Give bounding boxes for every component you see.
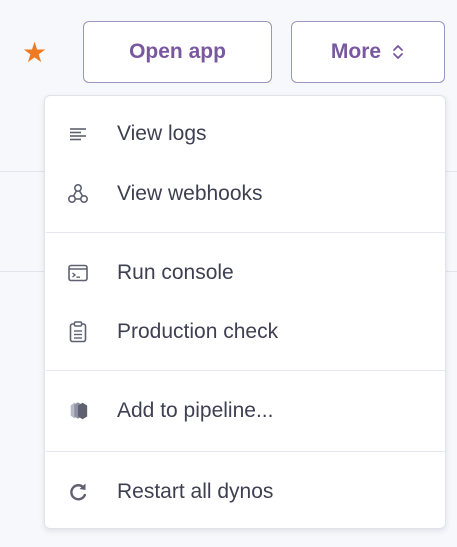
star-icon[interactable]: ★ [22,39,47,67]
menu-item-label: Run console [117,261,234,284]
open-app-label: Open app [129,40,226,63]
menu-item-restart-all-dynos[interactable]: Restart all dynos [45,465,445,519]
more-label: More [330,40,382,63]
menu-item-add-to-pipeline[interactable]: Add to pipeline... [45,384,445,438]
menu-item-run-console[interactable]: Run console [45,246,445,300]
clipboard-icon [67,321,89,343]
pipeline-icon [67,400,89,422]
menu-item-label: Production check [117,320,279,343]
menu-item-label: Restart all dynos [117,480,274,503]
menu-item-view-logs[interactable]: View logs [45,107,445,161]
menu-item-label: Add to pipeline... [117,399,274,422]
menu-divider [46,451,446,452]
menu-item-production-check[interactable]: Production check [45,305,445,359]
logs-icon [67,123,89,145]
open-app-button[interactable]: Open app [83,21,272,83]
restart-icon [67,481,89,503]
menu-divider [46,232,446,233]
menu-divider [46,370,446,371]
webhooks-icon [67,183,89,205]
menu-item-label: View logs [117,122,207,145]
chevron-up-down-icon [391,43,405,61]
menu-item-label: View webhooks [117,182,263,205]
console-icon [67,262,89,284]
menu-item-view-webhooks[interactable]: View webhooks [45,167,445,221]
more-dropdown-menu: View logs View webhooks Run console Prod… [44,95,446,529]
more-button[interactable]: More [291,21,445,83]
